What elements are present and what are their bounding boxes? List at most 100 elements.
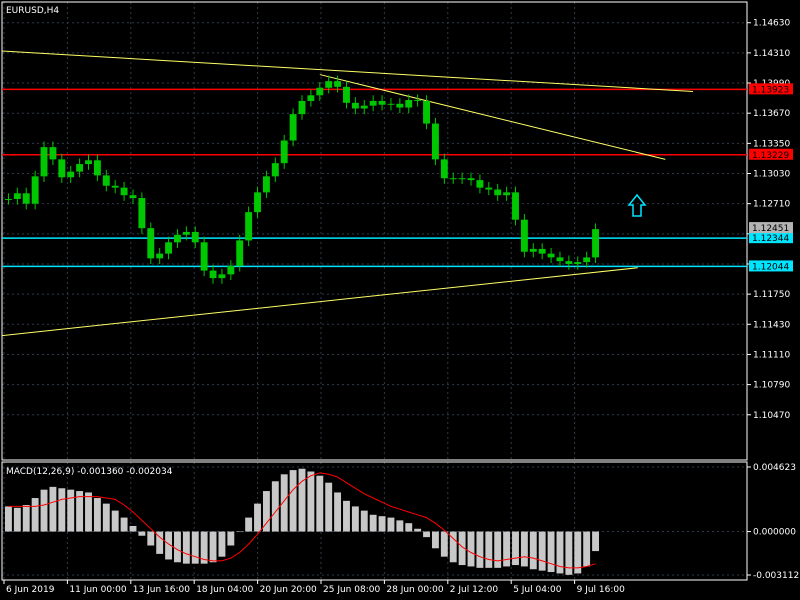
price-tick-label: 1.12710 (753, 200, 790, 210)
candle-body (378, 100, 386, 105)
candle-body (102, 175, 110, 186)
macd-bar (209, 531, 217, 563)
candle-body (494, 189, 502, 196)
candle-body (280, 140, 288, 164)
time-tick-label: 5 Jul 04:00 (513, 585, 562, 595)
candle-body (467, 178, 475, 181)
candle-body (156, 253, 164, 259)
price-tick-label: 1.13030 (753, 170, 790, 180)
macd-tick-label: 0.004623 (753, 463, 796, 473)
candle-body (129, 195, 137, 199)
price-tag-label: 1.13229 (752, 151, 789, 161)
symbol-title: EURUSD,H4 (6, 6, 59, 16)
macd-bar (191, 531, 199, 564)
time-tick-label: 9 Jul 16:00 (577, 585, 626, 595)
candle-body (111, 185, 119, 188)
macd-bar (31, 498, 39, 532)
macd-bar (102, 503, 110, 532)
candle-body (85, 160, 92, 165)
macd-bar (485, 531, 493, 568)
candle-body (49, 147, 57, 160)
macd-bar (512, 531, 519, 566)
price-tick-label: 1.13670 (753, 109, 790, 119)
candle-body (538, 248, 546, 254)
macd-tick-label: -0.003112 (753, 571, 799, 581)
price-tag-label: 1.12044 (752, 262, 789, 272)
candle-body (369, 100, 377, 106)
macd-bar (503, 531, 511, 567)
macd-bar (280, 474, 288, 532)
candle-body (449, 178, 457, 180)
macd-bar (40, 489, 48, 532)
macd-bar (431, 531, 439, 549)
macd-bar (476, 531, 484, 568)
price-tick-label: 1.11750 (753, 290, 790, 300)
macd-bar (343, 500, 350, 532)
candle-body (191, 231, 199, 243)
macd-bar (67, 489, 75, 532)
macd-bar (307, 471, 315, 532)
candle-body (396, 103, 404, 108)
macd-title: MACD(12,26,9) -0.001360 -0.002034 (6, 467, 173, 477)
macd-bar (387, 517, 395, 532)
candle-body (574, 262, 582, 264)
candle-body (520, 219, 528, 252)
candle-body (387, 103, 395, 105)
macd-bar (378, 516, 386, 532)
macd-bar (414, 528, 422, 532)
candle-body (431, 123, 439, 160)
macd-bar (592, 531, 599, 552)
macd-bar (5, 506, 12, 532)
chart-window[interactable]: 1.146301.143101.139901.136701.133501.130… (0, 0, 800, 600)
time-tick-label: 25 Jun 08:00 (323, 585, 380, 595)
candle-body (316, 87, 324, 96)
macd-bar (111, 510, 119, 532)
candle-body (360, 105, 368, 109)
candle-body (5, 198, 12, 200)
macd-bar (271, 481, 279, 532)
candle-body (209, 270, 217, 279)
candle-body (485, 187, 493, 190)
macd-bar (22, 505, 30, 532)
price-tick-label: 1.11110 (753, 350, 790, 360)
price-tick-label: 1.13350 (753, 139, 790, 149)
candle-body (218, 274, 226, 279)
candle-body (174, 234, 181, 243)
candle-body (351, 102, 359, 109)
candle-body (334, 81, 342, 87)
macd-bar (396, 520, 404, 532)
candle-body (93, 160, 101, 176)
candle-body (307, 95, 315, 101)
candle-body (271, 163, 279, 177)
candle-body (512, 192, 519, 220)
macd-bar (360, 510, 368, 532)
price-tick-label: 1.10470 (753, 411, 790, 421)
candle-body (13, 193, 21, 199)
macd-bar (351, 506, 359, 532)
macd-bar (218, 531, 226, 557)
candle-body (423, 100, 430, 124)
macd-bar (440, 531, 448, 557)
time-tick-label: 6 Jun 2019 (6, 585, 55, 595)
candle-body (503, 192, 511, 196)
candle-body (547, 253, 555, 258)
candle-body (245, 212, 253, 241)
time-tick-label: 18 Jun 04:00 (196, 585, 253, 595)
candle-body (254, 192, 261, 213)
candle-body (592, 229, 599, 258)
price-tick-label: 1.11430 (753, 320, 790, 330)
candle-body (120, 187, 128, 196)
macd-bar (547, 531, 555, 573)
candle-body (262, 176, 270, 193)
candle-body (440, 159, 448, 179)
price-tick-label: 1.14630 (753, 19, 790, 29)
candle-body (556, 257, 564, 262)
candle-body (458, 178, 466, 180)
candle-body (476, 180, 484, 188)
candle-body (583, 257, 591, 263)
macd-bar (120, 517, 128, 532)
macd-tick-label: 0.000000 (753, 528, 796, 538)
macd-bar (85, 492, 92, 532)
macd-bar (423, 531, 430, 538)
candle-body (31, 176, 39, 204)
